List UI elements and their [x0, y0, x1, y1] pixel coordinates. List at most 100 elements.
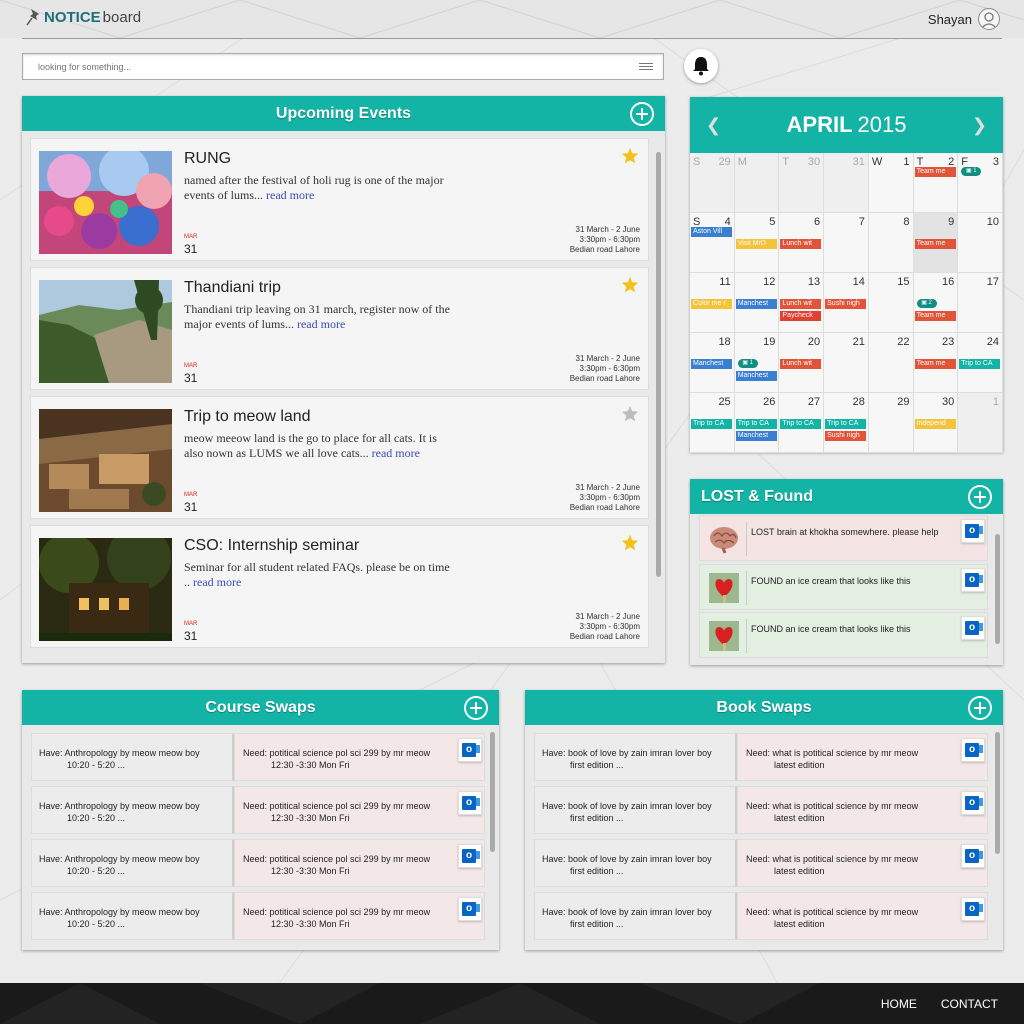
calendar-day-cell[interactable]: 17 — [958, 273, 1003, 333]
calendar-day-cell[interactable]: 18 Manchest — [690, 333, 735, 393]
calendar-day-cell[interactable]: 21 — [824, 333, 869, 393]
event-card[interactable]: RUNG named after the festival of holi ru… — [30, 138, 649, 261]
calendar-event[interactable]: Trip to CA — [780, 419, 822, 429]
calendar-day-cell[interactable]: T 2 Team me — [913, 153, 959, 213]
lost-item[interactable]: LOST brain at khokha somewhere. please h… — [699, 515, 988, 561]
prev-month-icon[interactable]: ❮ — [706, 115, 721, 136]
calendar-event[interactable]: Independ — [914, 419, 956, 429]
outlook-icon[interactable]: o — [961, 519, 985, 543]
search-input[interactable] — [23, 54, 613, 79]
calendar-day-cell[interactable]: 13 Lunch wit Paycheck — [779, 273, 825, 333]
calendar-day-cell[interactable]: 5 Visit MrD — [734, 213, 780, 273]
outlook-icon[interactable]: o — [458, 844, 482, 868]
book-swaps-scrollbar[interactable] — [995, 732, 1000, 854]
calendar-event[interactable]: Lunch wit — [780, 299, 822, 309]
star-filled-icon[interactable] — [621, 147, 639, 164]
calendar-day-cell[interactable]: F 3 ▣ 1 — [958, 153, 1003, 213]
calendar-event[interactable]: Team me — [914, 311, 956, 321]
calendar-day-cell[interactable]: 19 ▣ 1 Manchest — [734, 333, 780, 393]
calendar-event[interactable]: Color me r — [691, 299, 732, 309]
calendar-event[interactable]: Team me — [914, 359, 956, 369]
outlook-icon[interactable]: o — [458, 738, 482, 762]
event-card[interactable]: Thandiani trip Thandiani trip leaving on… — [30, 267, 649, 390]
add-event-icon[interactable] — [630, 102, 654, 126]
calendar-event[interactable]: Manchest — [691, 359, 732, 369]
calendar-event[interactable]: Sushi nigh — [825, 299, 867, 309]
calendar-day-cell[interactable]: 16 ▣ 2 Team me — [913, 273, 959, 333]
logo[interactable]: NOTICE board — [26, 6, 141, 28]
calendar-day-cell[interactable]: 31 — [824, 153, 869, 213]
calendar-day-cell[interactable]: S 29 — [690, 153, 735, 213]
calendar-event[interactable]: Visit MrD — [735, 239, 777, 249]
calendar-event-count[interactable]: ▣ 2 — [916, 299, 937, 308]
next-month-icon[interactable]: ❯ — [972, 115, 987, 136]
calendar-event[interactable]: Trip to CA — [959, 359, 1001, 369]
calendar-day-cell[interactable]: T 30 — [779, 153, 825, 213]
swap-row[interactable]: Have: book of love by zain imran lover b… — [534, 892, 988, 940]
calendar-day-cell[interactable]: 1 — [958, 393, 1003, 453]
calendar-event[interactable]: Paycheck — [780, 311, 822, 321]
calendar-day-cell[interactable]: 8 — [868, 213, 914, 273]
calendar-day-cell[interactable]: W1 — [868, 153, 914, 213]
outlook-icon[interactable]: o — [961, 616, 985, 640]
event-card[interactable]: CSO: Internship seminar Seminar for all … — [30, 525, 649, 648]
calendar-event[interactable]: Team me — [914, 167, 956, 177]
calendar-day-cell[interactable]: 25 Trip to CA — [690, 393, 735, 453]
footer-contact-link[interactable]: CONTACT — [941, 997, 998, 1011]
calendar-event[interactable]: Aston Vill — [691, 227, 732, 237]
read-more-link[interactable]: read more — [297, 317, 345, 331]
calendar-day-cell[interactable]: 30 Independ — [913, 393, 959, 453]
read-more-link[interactable]: read more — [372, 446, 420, 460]
star-filled-icon[interactable] — [621, 534, 639, 551]
calendar-day-cell[interactable]: 20 Lunch wit — [779, 333, 825, 393]
swap-row[interactable]: Have: Anthropology by meow meow boy 10:20… — [31, 786, 485, 834]
calendar-event[interactable]: Trip to CA — [691, 419, 732, 429]
hamburger-menu-icon[interactable] — [639, 63, 653, 72]
outlook-icon[interactable]: o — [458, 791, 482, 815]
swap-row[interactable]: Have: Anthropology by meow meow boy 10:20… — [31, 892, 485, 940]
add-course-swap-icon[interactable] — [464, 696, 488, 720]
swap-row[interactable]: Have: book of love by zain imran lover b… — [534, 839, 988, 887]
calendar-day-cell[interactable]: 22 — [868, 333, 914, 393]
events-scrollbar[interactable] — [656, 152, 661, 577]
found-item[interactable]: FOUND an ice cream that looks like this … — [699, 612, 988, 658]
star-empty-icon[interactable] — [621, 405, 639, 422]
swap-row[interactable]: Have: book of love by zain imran lover b… — [534, 786, 988, 834]
calendar-day-cell[interactable]: 23 Team me — [913, 333, 959, 393]
calendar-event-count[interactable]: ▣ 1 — [961, 167, 982, 176]
swap-row[interactable]: Have: Anthropology by meow meow boy 10:20… — [31, 839, 485, 887]
calendar-event[interactable]: Trip to CA — [735, 419, 777, 429]
outlook-icon[interactable]: o — [961, 897, 985, 921]
calendar-day-cell[interactable]: S 4 Aston Vill — [690, 213, 735, 273]
calendar-event[interactable]: Manchest — [735, 431, 777, 441]
footer-home-link[interactable]: HOME — [881, 997, 917, 1011]
outlook-icon[interactable]: o — [961, 844, 985, 868]
calendar-day-cell[interactable]: 6 Lunch wit — [779, 213, 825, 273]
calendar-event-count[interactable]: ▣ 1 — [737, 359, 758, 368]
calendar-event[interactable]: Trip to CA — [825, 419, 867, 429]
calendar-event[interactable]: Manchest — [735, 371, 777, 381]
calendar-day-cell[interactable]: 11 Color me r — [690, 273, 735, 333]
calendar-event[interactable]: Lunch wit — [780, 359, 822, 369]
calendar-day-cell[interactable]: 27 Trip to CA — [779, 393, 825, 453]
calendar-day-cell[interactable]: 15 — [868, 273, 914, 333]
calendar-event[interactable]: Sushi nigh — [825, 431, 867, 441]
outlook-icon[interactable]: o — [458, 897, 482, 921]
lost-found-scrollbar[interactable] — [995, 534, 1000, 644]
calendar-event[interactable]: Lunch wit — [780, 239, 822, 249]
calendar-day-cell[interactable]: M — [734, 153, 780, 213]
calendar-event[interactable]: Manchest — [735, 299, 777, 309]
user-menu[interactable]: Shayan — [928, 8, 1000, 30]
outlook-icon[interactable]: o — [961, 738, 985, 762]
calendar-day-cell[interactable]: 10 — [958, 213, 1003, 273]
add-lost-found-icon[interactable] — [968, 485, 992, 509]
calendar-day-cell[interactable]: 14 Sushi nigh — [824, 273, 869, 333]
star-filled-icon[interactable] — [621, 276, 639, 293]
outlook-icon[interactable]: o — [961, 568, 985, 592]
course-swaps-scrollbar[interactable] — [490, 732, 495, 852]
read-more-link[interactable]: read more — [266, 188, 314, 202]
add-book-swap-icon[interactable] — [968, 696, 992, 720]
calendar-day-cell[interactable]: 26 Trip to CA Manchest — [734, 393, 780, 453]
notifications-button[interactable] — [684, 49, 718, 83]
calendar-event[interactable]: Team me — [914, 239, 956, 249]
